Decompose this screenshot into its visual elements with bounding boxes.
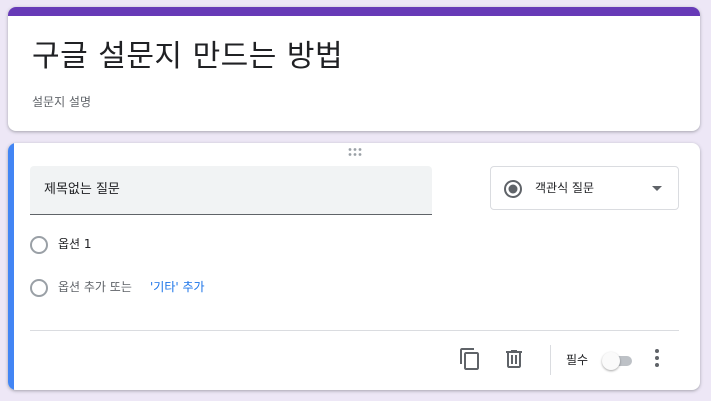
form-title-card[interactable]: 구글 설문지 만드는 방법 설문지 설명 — [8, 7, 700, 131]
option-label[interactable]: 옵션 1 — [58, 235, 92, 253]
title-accent-bar — [8, 7, 700, 16]
required-label: 필수 — [566, 353, 589, 367]
radio-circle-icon — [30, 236, 48, 254]
copy-icon[interactable] — [458, 347, 482, 371]
option-row[interactable]: 옵션 1 — [30, 234, 230, 256]
more-vert-icon[interactable] — [652, 347, 662, 369]
question-title-field[interactable]: 제목없는 질문 — [30, 166, 432, 215]
question-type-dropdown[interactable]: 객관식 질문 — [490, 166, 679, 210]
radio-circle-icon — [30, 279, 48, 297]
question-title-text: 제목없는 질문 — [44, 182, 120, 197]
radio-button-checked-icon — [504, 180, 522, 198]
toolbar-divider — [550, 345, 551, 375]
form-title[interactable]: 구글 설문지 만드는 방법 — [32, 37, 343, 77]
add-other-link[interactable]: '기타' 추가 — [150, 278, 205, 296]
drag-handle-icon[interactable] — [347, 147, 363, 157]
add-option-row[interactable]: 옵션 추가 또는 '기타' 추가 — [30, 277, 330, 299]
toggle-thumb — [602, 352, 620, 370]
required-toggle[interactable] — [602, 351, 636, 371]
trash-icon[interactable] — [502, 347, 526, 371]
question-card[interactable]: 제목없는 질문 객관식 질문 옵션 1 옵션 추가 또는 '기타' 추가 필수 — [8, 143, 700, 390]
footer-divider — [30, 330, 679, 331]
add-option-text[interactable]: 옵션 추가 또는 — [58, 278, 132, 296]
form-description[interactable]: 설문지 설명 — [32, 93, 91, 111]
chevron-down-icon — [652, 186, 662, 191]
question-type-label: 객관식 질문 — [535, 181, 595, 195]
question-focus-bar — [8, 143, 14, 390]
